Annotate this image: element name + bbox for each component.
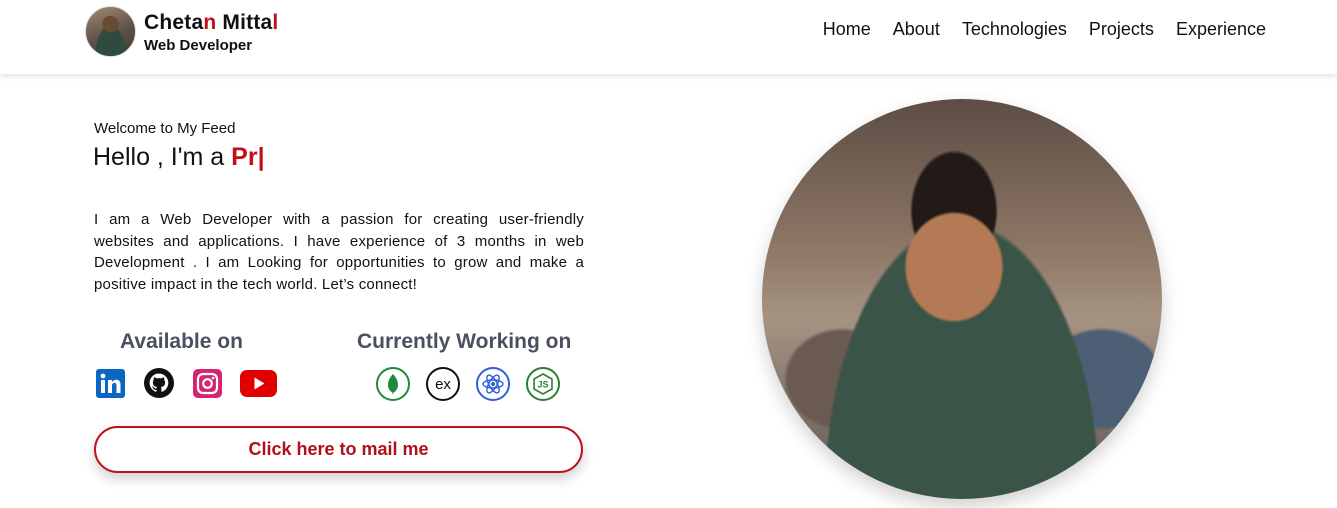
- social-icons: [96, 367, 277, 399]
- greeting-text: Hello , I'm a: [93, 143, 232, 171]
- instagram-icon[interactable]: [193, 368, 222, 398]
- site-header: Chetan Mittal Web Developer Home About T…: [0, 0, 1337, 74]
- nav-experience[interactable]: Experience: [1176, 19, 1266, 40]
- tech-icons: ex JS: [376, 367, 560, 401]
- youtube-icon[interactable]: [240, 369, 277, 397]
- brand-role: Web Developer: [144, 36, 253, 54]
- profile-photo: [762, 99, 1162, 499]
- brand-name: Chetan Mittal: [144, 10, 278, 36]
- nodejs-icon[interactable]: JS: [526, 367, 560, 401]
- react-icon[interactable]: [476, 367, 510, 401]
- brand-name-part: Mitta: [216, 10, 273, 34]
- brand-name-part: Cheta: [144, 10, 204, 34]
- mail-me-button[interactable]: Click here to mail me: [94, 426, 583, 473]
- nav-home[interactable]: Home: [823, 19, 871, 40]
- welcome-text: Welcome to My Feed: [94, 120, 236, 137]
- nav-about[interactable]: About: [893, 19, 940, 40]
- typed-text: Pr: [231, 143, 258, 171]
- linkedin-icon[interactable]: [96, 368, 125, 398]
- mongodb-icon[interactable]: [376, 367, 410, 401]
- typing-cursor: |: [257, 143, 265, 171]
- main-nav: Home About Technologies Projects Experie…: [823, 19, 1266, 40]
- brand-text: Chetan Mittal Web Developer: [144, 10, 278, 54]
- hero-greeting: Hello , I'm a Pr|: [93, 143, 265, 172]
- brand-name-accent: l: [272, 10, 279, 34]
- avatar: [85, 6, 136, 57]
- nav-projects[interactable]: Projects: [1089, 19, 1154, 40]
- express-text: ex: [435, 375, 451, 393]
- express-icon[interactable]: ex: [426, 367, 460, 401]
- nav-technologies[interactable]: Technologies: [962, 19, 1067, 40]
- bio-paragraph: I am a Web Developer with a passion for …: [94, 211, 584, 293]
- working-on-title: Currently Working on: [357, 330, 572, 353]
- nodejs-text: JS: [537, 380, 548, 390]
- github-icon[interactable]: [143, 367, 175, 399]
- available-on-title: Available on: [120, 330, 243, 353]
- brand[interactable]: Chetan Mittal Web Developer: [85, 6, 278, 57]
- brand-name-accent: n: [203, 10, 217, 34]
